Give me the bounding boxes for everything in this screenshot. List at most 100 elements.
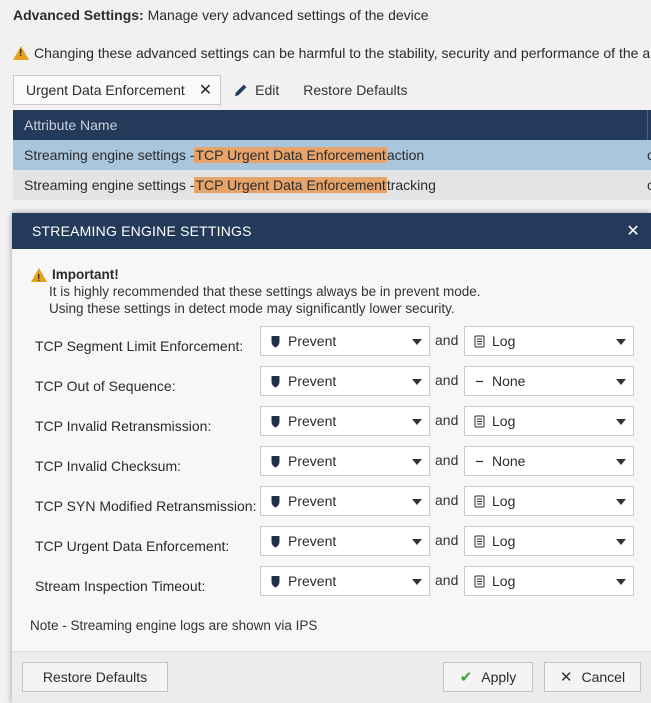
clear-filter-icon[interactable]: ✕ (199, 80, 212, 100)
toolbar: Urgent Data Enforcement ✕ Edit Restore D… (13, 75, 408, 105)
and-label: and (435, 412, 459, 428)
close-icon: ✕ (559, 669, 573, 686)
log-icon (473, 414, 485, 428)
action-select[interactable]: Prevent (260, 366, 430, 396)
cancel-button[interactable]: ✕ Cancel (544, 662, 641, 692)
shield-icon (269, 374, 281, 388)
filter-chip[interactable]: Urgent Data Enforcement ✕ (13, 75, 222, 105)
action-value: Prevent (288, 413, 337, 429)
warning-banner: Changing these advanced settings can be … (13, 45, 651, 61)
warning-icon (13, 46, 29, 60)
log-icon (473, 494, 485, 508)
important-heading: Important! (31, 266, 480, 287)
apply-button[interactable]: ✔ Apply (443, 662, 533, 692)
close-icon[interactable]: ✕ (626, 221, 640, 241)
setting-label: TCP Segment Limit Enforcement: (35, 338, 244, 354)
row-col2: c (647, 177, 651, 193)
track-value: Log (492, 533, 516, 549)
setting-label: TCP SYN Modified Retransmission: (35, 498, 257, 514)
chevron-down-icon (412, 459, 422, 465)
track-value: Log (492, 333, 516, 349)
dash-icon (473, 374, 485, 388)
edit-button[interactable]: Edit (233, 82, 279, 98)
track-select[interactable]: Log (464, 406, 634, 436)
shield-icon (269, 454, 281, 468)
ips-note: Note - Streaming engine logs are shown v… (30, 618, 318, 633)
important-notice: Important! It is highly recommended that… (31, 266, 480, 317)
row-prefix: Streaming engine settings - (24, 177, 195, 193)
restore-defaults-button[interactable]: Restore Defaults (22, 662, 168, 692)
action-select[interactable]: Prevent (260, 446, 430, 476)
restore-defaults-link[interactable]: Restore Defaults (303, 82, 407, 98)
important-title: Important! (52, 267, 119, 282)
shield-icon (269, 334, 281, 348)
and-label: and (435, 372, 459, 388)
chevron-down-icon (616, 579, 626, 585)
dialog-title: STREAMING ENGINE SETTINGS (32, 223, 252, 239)
action-select[interactable]: Prevent (260, 326, 430, 356)
apply-button-label: Apply (481, 669, 517, 685)
action-select[interactable]: Prevent (260, 486, 430, 516)
chevron-down-icon (412, 539, 422, 545)
track-value: None (492, 373, 526, 389)
attributes-table: Attribute Name T Streaming engine settin… (13, 110, 651, 200)
and-label: and (435, 572, 459, 588)
track-select[interactable]: None (464, 446, 634, 476)
action-select[interactable]: Prevent (260, 406, 430, 436)
action-value: Prevent (288, 573, 337, 589)
track-select[interactable]: Log (464, 326, 634, 356)
restore-defaults-button-label: Restore Defaults (42, 669, 148, 685)
table-header: Attribute Name T (13, 110, 651, 140)
shield-icon (269, 414, 281, 428)
chevron-down-icon (412, 419, 422, 425)
row-suffix: action (386, 147, 425, 163)
important-line-1: It is highly recommended that these sett… (49, 284, 481, 299)
action-value: Prevent (288, 533, 337, 549)
dialog-header: STREAMING ENGINE SETTINGS ✕ (12, 213, 651, 249)
action-value: Prevent (288, 333, 337, 349)
setting-label: TCP Invalid Checksum: (35, 458, 182, 474)
streaming-engine-settings-dialog: STREAMING ENGINE SETTINGS ✕ Important! I… (12, 213, 651, 703)
edit-label: Edit (255, 82, 280, 98)
important-line-2: Using these settings in detect mode may … (49, 301, 455, 316)
row-suffix: tracking (386, 177, 436, 193)
action-value: Prevent (288, 453, 337, 469)
warning-icon (31, 267, 47, 287)
cancel-button-label: Cancel (581, 669, 626, 685)
log-icon (473, 574, 485, 588)
pencil-icon (235, 84, 247, 96)
and-label: and (435, 492, 459, 508)
shield-icon (269, 534, 281, 548)
chevron-down-icon (412, 339, 422, 345)
log-icon (473, 534, 485, 548)
track-select[interactable]: Log (464, 526, 634, 556)
chevron-down-icon (616, 339, 626, 345)
setting-label: TCP Invalid Retransmission: (35, 418, 212, 434)
track-select[interactable]: None (464, 366, 634, 396)
action-select[interactable]: Prevent (260, 566, 430, 596)
column-header-2[interactable]: T (647, 110, 651, 140)
chevron-down-icon (412, 379, 422, 385)
action-value: Prevent (288, 493, 337, 509)
shield-icon (269, 494, 281, 508)
search-highlight: TCP Urgent Data Enforcement (194, 147, 387, 163)
track-value: Log (492, 413, 516, 429)
log-icon (473, 334, 485, 348)
track-select[interactable]: Log (464, 566, 634, 596)
action-value: Prevent (288, 373, 337, 389)
chevron-down-icon (412, 579, 422, 585)
warning-text: Changing these advanced settings can be … (34, 45, 651, 61)
and-label: and (435, 332, 459, 348)
shield-icon (269, 574, 281, 588)
column-header-attribute-name[interactable]: Attribute Name (24, 117, 117, 133)
setting-label: TCP Out of Sequence: (35, 378, 176, 394)
chevron-down-icon (616, 419, 626, 425)
track-select[interactable]: Log (464, 486, 634, 516)
dialog-footer: Restore Defaults ✔ Apply ✕ Cancel (12, 651, 651, 703)
page-title: Advanced Settings: Manage very advanced … (13, 7, 429, 23)
and-label: and (435, 452, 459, 468)
table-row[interactable]: Streaming engine settings - TCP Urgent D… (13, 140, 651, 170)
table-row[interactable]: Streaming engine settings - TCP Urgent D… (13, 170, 651, 200)
action-select[interactable]: Prevent (260, 526, 430, 556)
track-value: Log (492, 493, 516, 509)
